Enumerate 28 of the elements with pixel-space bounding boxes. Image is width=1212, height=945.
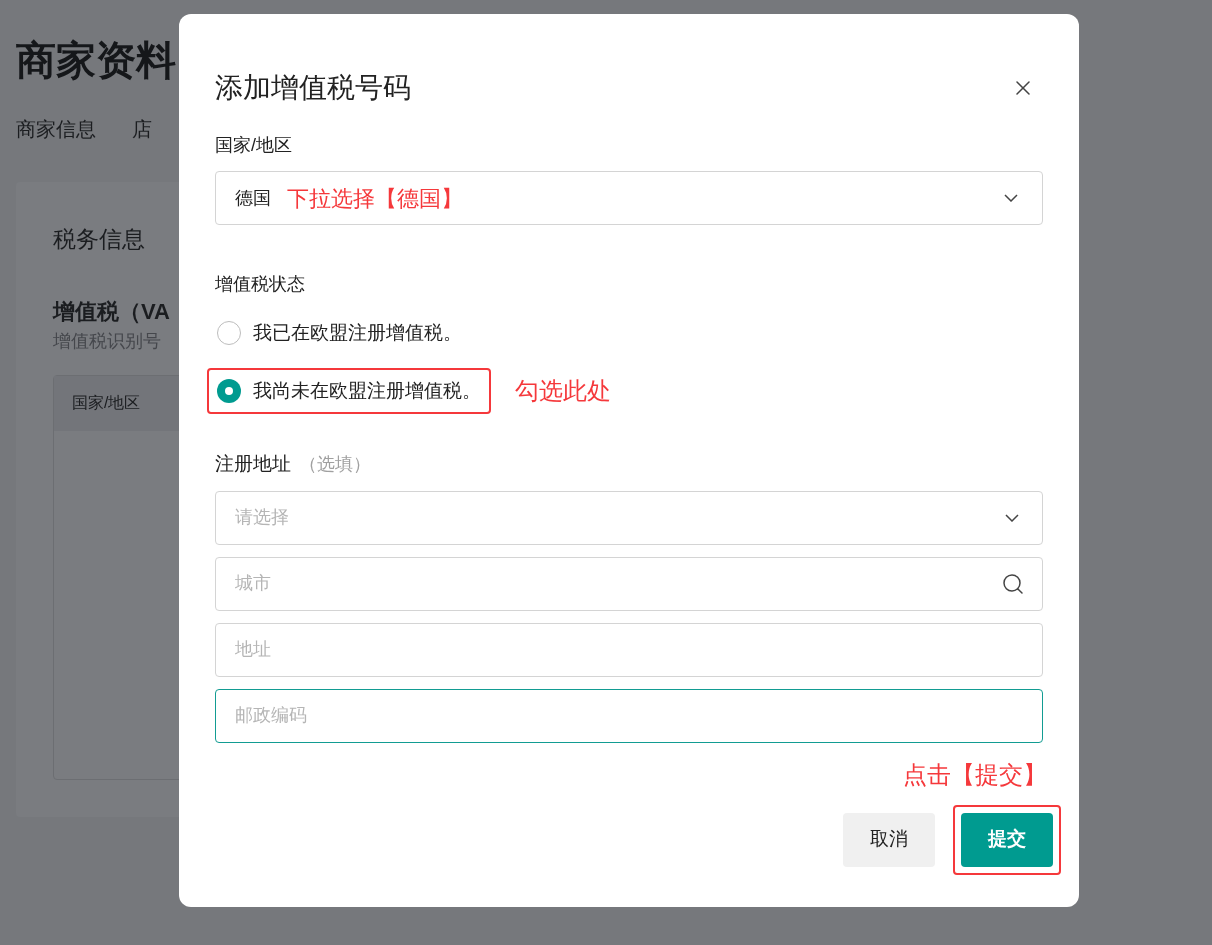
country-select[interactable]: 德国 下拉选择【德国】 [215,171,1043,225]
select-value: 德国 [235,186,271,210]
annotation-note: 点击【提交】 [903,759,1047,790]
radio-button[interactable] [217,321,241,345]
annotation-note: 下拉选择【德国】 [287,184,463,213]
page-tab[interactable]: 店 [132,114,152,144]
annotation-highlight[interactable]: 我尚未在欧盟注册增值税。 [207,368,491,414]
search-icon [1001,571,1025,596]
dialog-title: 添加增值税号码 [215,71,411,105]
cancel-button[interactable]: 取消 [843,812,935,867]
chevron-down-icon [1004,194,1018,202]
field-label: 增值税状态 [215,273,305,296]
input-field[interactable]: 邮政编码 [215,688,1043,743]
section-title: 税务信息 [53,225,145,254]
optional-hint: （选填） [299,453,371,476]
radio-label: 我已在欧盟注册增值税。 [253,320,462,345]
radio-button[interactable] [217,379,241,403]
page-title: 商家资料 [16,37,176,84]
vat-title: 增值税（VA [53,297,170,326]
chevron-down-icon [1005,513,1019,522]
address-select[interactable]: 请选择 [215,490,1043,545]
page-tab[interactable]: 商家信息 [16,114,96,144]
radio-row[interactable]: 我已在欧盟注册增值税。 [207,310,472,356]
annotation-note: 勾选此处 [515,376,611,406]
table-header: 国家/地区 [72,393,141,413]
radio-label: 我尚未在欧盟注册增值税。 [253,378,481,403]
field-label: 注册地址 [215,452,291,476]
field-label: 国家/地区 [215,134,292,157]
